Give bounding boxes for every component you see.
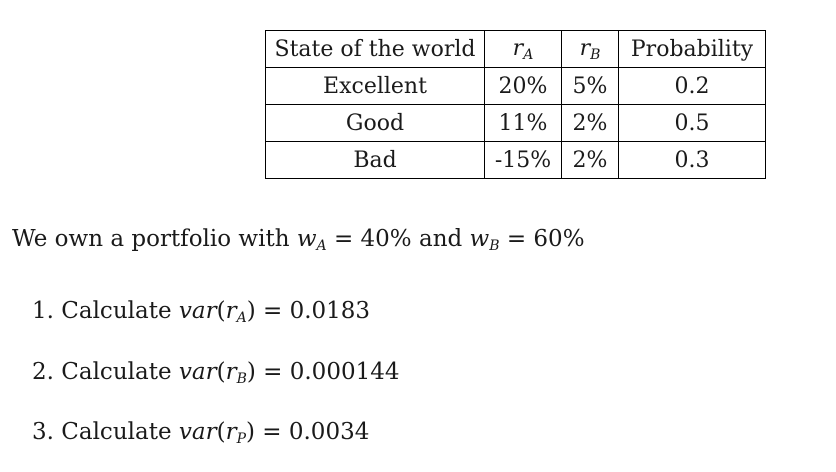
cell-state: Excellent bbox=[265, 67, 485, 105]
cell-state: Good bbox=[265, 104, 485, 142]
weight-a-value: = 40% bbox=[333, 226, 412, 252]
list-item: 2. Calculate var(rB) = 0.000144 bbox=[32, 359, 400, 387]
weight-a-sub: A bbox=[316, 238, 327, 254]
item-verb: Calculate bbox=[61, 359, 172, 385]
item-arg: r bbox=[225, 359, 237, 385]
cell-ra: 11% bbox=[484, 104, 562, 142]
table-row: Excellent 20% 5% 0.2 bbox=[265, 67, 766, 105]
cell-probability: 0.5 bbox=[618, 104, 766, 142]
item-number: 2. bbox=[32, 359, 54, 385]
item-sub: B bbox=[236, 371, 247, 387]
item-number: 3. bbox=[32, 419, 54, 445]
intro-prefix: We own a portfolio with bbox=[12, 226, 290, 252]
header-rb: rB bbox=[561, 30, 619, 68]
item-number: 1. bbox=[32, 298, 54, 324]
item-sub: P bbox=[236, 431, 246, 447]
item-result: = 0.0034 bbox=[262, 419, 370, 445]
states-table: State of the world rA rB Probability Exc… bbox=[265, 30, 766, 179]
item-function: var bbox=[178, 359, 217, 385]
item-function: var bbox=[178, 298, 217, 324]
table-row: Good 11% 2% 0.5 bbox=[265, 104, 766, 142]
weight-b-value: = 60% bbox=[506, 226, 585, 252]
item-arg: r bbox=[225, 298, 237, 324]
weight-b-var: w bbox=[469, 226, 490, 252]
item-result: = 0.000144 bbox=[263, 359, 400, 385]
intro-conjunction: and bbox=[418, 226, 463, 252]
item-sub: A bbox=[236, 310, 247, 326]
document-page: State of the world rA rB Probability Exc… bbox=[0, 0, 836, 472]
table-header-row: State of the world rA rB Probability bbox=[265, 30, 766, 68]
cell-rb: 2% bbox=[561, 104, 619, 142]
header-ra: rA bbox=[484, 30, 562, 68]
weight-b-sub: B bbox=[489, 238, 500, 254]
cell-rb: 2% bbox=[561, 141, 619, 179]
cell-ra: 20% bbox=[484, 67, 562, 105]
list-item: 1. Calculate var(rA) = 0.0183 bbox=[32, 298, 371, 326]
item-verb: Calculate bbox=[61, 419, 172, 445]
header-probability: Probability bbox=[618, 30, 766, 68]
list-item: 3. Calculate var(rP) = 0.0034 bbox=[32, 419, 370, 447]
cell-state: Bad bbox=[265, 141, 485, 179]
item-function: var bbox=[178, 419, 217, 445]
cell-probability: 0.3 bbox=[618, 141, 766, 179]
cell-probability: 0.2 bbox=[618, 67, 766, 105]
header-state: State of the world bbox=[265, 30, 485, 68]
item-arg: r bbox=[225, 419, 237, 445]
item-result: = 0.0183 bbox=[262, 298, 371, 324]
weight-a-var: w bbox=[296, 226, 317, 252]
portfolio-statement: We own a portfolio with wA = 40% and wB … bbox=[12, 226, 585, 254]
cell-ra: -15% bbox=[484, 141, 562, 179]
cell-rb: 5% bbox=[561, 67, 619, 105]
table-row: Bad -15% 2% 0.3 bbox=[265, 141, 766, 179]
item-verb: Calculate bbox=[61, 298, 172, 324]
